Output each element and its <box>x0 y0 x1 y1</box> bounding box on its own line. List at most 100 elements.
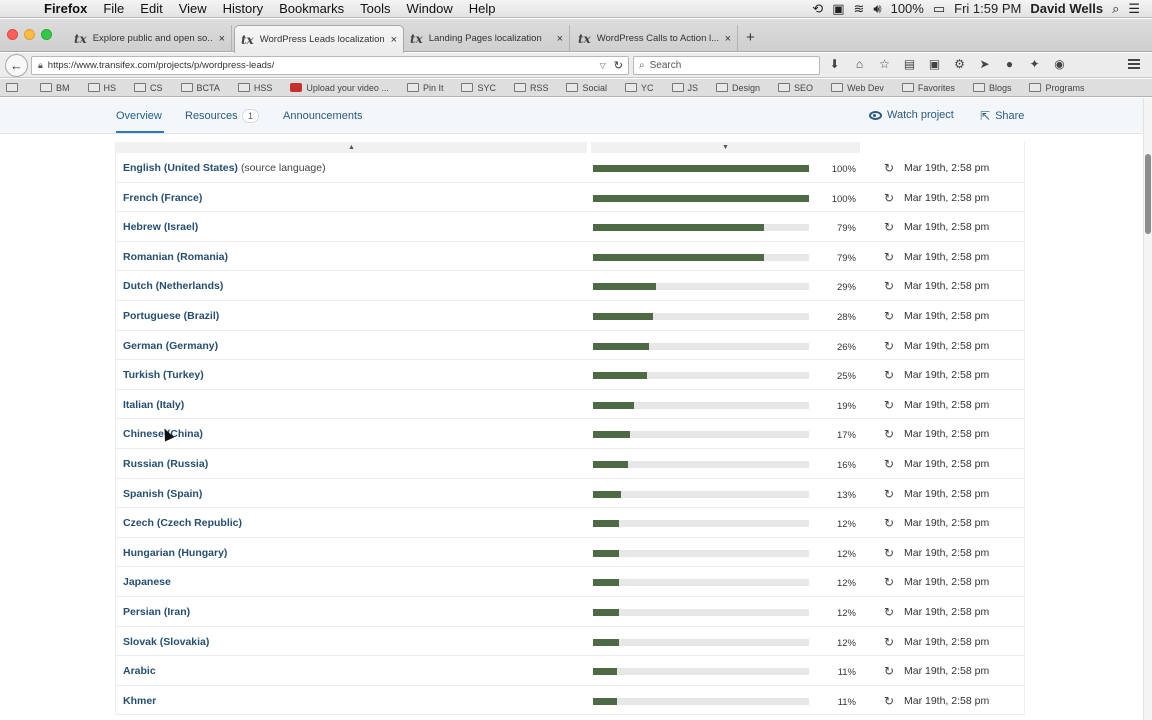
window-close-button[interactable] <box>7 29 18 40</box>
refresh-icon[interactable]: ↻ <box>884 487 894 501</box>
refresh-icon[interactable]: ↻ <box>884 664 894 678</box>
bookmark-folder[interactable]: Favorites <box>901 83 955 93</box>
user-name[interactable]: David Wells <box>1030 1 1103 16</box>
language-link[interactable]: Turkish (Turkey) <box>123 369 204 381</box>
language-link[interactable]: English (United States) (source language) <box>123 162 326 174</box>
adblock-icon[interactable]: ● <box>1001 57 1018 71</box>
refresh-icon[interactable]: ↻ <box>884 427 894 441</box>
extension-gear-icon[interactable]: ⚙ <box>951 57 968 71</box>
spotlight-icon[interactable]: ⌕ <box>1112 1 1119 17</box>
tab-announcements[interactable]: Announcements <box>283 110 363 122</box>
bookmark-folder[interactable]: BCTA <box>180 83 220 93</box>
bookmark-folder[interactable]: Programs <box>1029 83 1084 93</box>
tab-close-icon[interactable]: × <box>557 33 563 45</box>
window-minimize-button[interactable] <box>24 29 35 40</box>
notification-center-icon[interactable]: ☰ <box>1128 1 1140 17</box>
refresh-icon[interactable]: ↻ <box>884 694 894 708</box>
language-link[interactable]: Hungarian (Hungary) <box>123 547 227 559</box>
sort-completion-header[interactable]: ▼ <box>591 142 860 153</box>
bookmark-star-icon[interactable]: ☆ <box>876 57 893 71</box>
bookmark-youtube[interactable]: Upload your video ... <box>290 83 389 93</box>
bookmark-folder[interactable]: Blogs <box>972 83 1011 93</box>
sort-language-header[interactable]: ▲ <box>116 142 587 153</box>
chat-icon[interactable]: ◉ <box>1051 57 1068 71</box>
tab-overview[interactable]: Overview <box>116 110 162 122</box>
bookmark-folder[interactable]: HS <box>87 83 116 93</box>
language-link[interactable]: Arabic <box>123 665 156 677</box>
back-arrow-icon[interactable]: ← <box>5 54 28 77</box>
volume-icon[interactable]: 🔊︎ <box>873 1 881 17</box>
battery-percent[interactable]: 100% <box>891 1 924 16</box>
refresh-icon[interactable]: ↻ <box>884 309 894 323</box>
tab-close-icon[interactable]: × <box>219 33 225 45</box>
scrollbar-thumb[interactable] <box>1145 154 1151 234</box>
home-icon[interactable]: ⌂ <box>851 57 868 71</box>
language-link[interactable]: Italian (Italy) <box>123 399 184 411</box>
menu-file[interactable]: File <box>95 1 132 16</box>
language-link[interactable]: German (Germany) <box>123 340 218 352</box>
bookmark-folder[interactable]: Web Dev <box>831 83 884 93</box>
bookmark-folder[interactable]: HSS <box>237 83 272 93</box>
address-bar[interactable]: 🔒︎ https://www.transifex.com/projects/p/… <box>31 56 629 75</box>
refresh-icon[interactable]: ↻ <box>884 250 894 264</box>
bookmark-folder[interactable]: CS <box>134 83 163 93</box>
bookmark-folder[interactable]: JS <box>671 83 698 93</box>
menu-bookmarks[interactable]: Bookmarks <box>271 1 352 16</box>
watch-project-button[interactable]: Watch project <box>869 109 954 121</box>
bookmark-app-icon[interactable] <box>6 83 22 92</box>
download-icon[interactable]: ⬇ <box>826 57 843 71</box>
refresh-icon[interactable]: ↻ <box>884 605 894 619</box>
menu-view[interactable]: View <box>171 1 215 16</box>
tab-resources[interactable]: Resources <box>185 110 238 122</box>
new-tab-plus-icon[interactable]: + <box>746 29 755 46</box>
browser-tab-explore[interactable]: tx Explore public and open so... × <box>68 25 232 52</box>
language-link[interactable]: French (France) <box>123 192 202 204</box>
browser-tab-landing-pages[interactable]: tx Landing Pages localization × <box>404 25 570 52</box>
language-link[interactable]: Spanish (Spain) <box>123 488 202 500</box>
language-link[interactable]: Czech (Czech Republic) <box>123 517 242 529</box>
refresh-icon[interactable]: ↻ <box>884 279 894 293</box>
refresh-icon[interactable]: ↻ <box>884 161 894 175</box>
refresh-icon[interactable]: ↻ <box>884 220 894 234</box>
bookmark-folder[interactable]: Pin It <box>406 83 443 93</box>
extension-puzzle-icon[interactable]: ✦ <box>1026 57 1043 71</box>
share-button[interactable]: ⇱ Share <box>980 109 1024 123</box>
refresh-icon[interactable]: ↻ <box>884 516 894 530</box>
search-input[interactable]: ⌕ Search <box>633 56 820 75</box>
bookmark-folder[interactable]: RSS <box>513 83 548 93</box>
language-link[interactable]: Romanian (Romania) <box>123 251 228 263</box>
menu-help[interactable]: Help <box>461 1 504 16</box>
language-link[interactable]: Slovak (Slovakia) <box>123 636 209 648</box>
display-icon[interactable]: ▣ <box>832 1 844 17</box>
clock[interactable]: Fri 1:59 PM <box>954 1 1021 16</box>
menu-history[interactable]: History <box>215 1 271 16</box>
language-link[interactable]: Russian (Russia) <box>123 458 208 470</box>
language-link[interactable]: Dutch (Netherlands) <box>123 280 223 292</box>
bookmark-folder[interactable]: SEO <box>778 83 813 93</box>
language-link[interactable]: Persian (Iran) <box>123 606 190 618</box>
time-machine-icon[interactable]: ⟲ <box>812 1 823 17</box>
reload-icon[interactable]: ↻ <box>614 59 623 72</box>
refresh-icon[interactable]: ↻ <box>884 575 894 589</box>
menu-tools[interactable]: Tools <box>352 1 398 16</box>
language-link[interactable]: Portuguese (Brazil) <box>123 310 219 322</box>
battery-icon[interactable]: ▭ <box>933 1 945 17</box>
refresh-icon[interactable]: ↻ <box>884 191 894 205</box>
tab-close-icon[interactable]: × <box>391 34 397 46</box>
wifi-icon[interactable]: ≋ <box>853 1 864 17</box>
window-zoom-button[interactable] <box>41 29 52 40</box>
reading-list-icon[interactable]: ▤ <box>901 57 918 71</box>
browser-tab-wordpress-leads[interactable]: tx WordPress Leads localization × <box>234 25 404 53</box>
send-icon[interactable]: ➤ <box>976 57 993 71</box>
language-link[interactable]: Hebrew (Israel) <box>123 221 198 233</box>
menu-window[interactable]: Window <box>399 1 461 16</box>
browser-tab-calls-to-action[interactable]: tx WordPress Calls to Action l... × <box>572 25 738 52</box>
refresh-icon[interactable]: ↻ <box>884 398 894 412</box>
refresh-icon[interactable]: ↻ <box>884 635 894 649</box>
refresh-icon[interactable]: ↻ <box>884 339 894 353</box>
url-dropdown-icon[interactable]: ▽ <box>600 61 606 70</box>
menu-hamburger-icon[interactable] <box>1128 59 1140 71</box>
bookmark-folder[interactable]: Design <box>716 83 760 93</box>
language-link[interactable]: Khmer <box>123 695 156 707</box>
bookmark-folder[interactable]: SYC <box>461 83 496 93</box>
